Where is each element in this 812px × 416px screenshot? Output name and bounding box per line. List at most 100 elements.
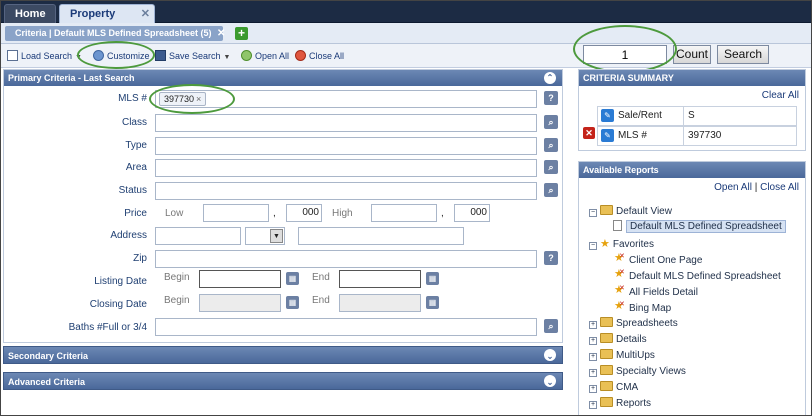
- tree-node-folder[interactable]: + MultiUps: [589, 349, 655, 361]
- lookup-icon[interactable]: ⌕: [544, 319, 558, 333]
- lookup-icon[interactable]: ⌕: [544, 115, 558, 129]
- zip-input[interactable]: [155, 250, 537, 268]
- favorite-remove-icon[interactable]: [614, 251, 627, 264]
- count-button[interactable]: Count: [673, 45, 711, 64]
- tree-node-folder[interactable]: + CMA: [589, 381, 638, 393]
- criteria-tab[interactable]: Criteria | Default MLS Defined Spreadshe…: [5, 26, 225, 41]
- save-icon: [155, 50, 166, 61]
- load-search-icon: [7, 50, 18, 61]
- tree-item-favorite[interactable]: All Fields Detail: [614, 283, 698, 298]
- mls-chip[interactable]: 397730 ×: [159, 92, 207, 106]
- listing-end-input[interactable]: [339, 270, 421, 288]
- tree-node-folder[interactable]: + Spreadsheets: [589, 317, 678, 329]
- address-street-input[interactable]: [298, 227, 464, 245]
- open-all-link[interactable]: Open All: [714, 182, 752, 193]
- tree-item-favorite[interactable]: Default MLS Defined Spreadsheet: [614, 267, 781, 282]
- tree-node-default-view[interactable]: − Default View: [589, 205, 672, 217]
- lookup-icon[interactable]: ⌕: [544, 160, 558, 174]
- load-search-button[interactable]: Load Search ▼: [7, 49, 82, 63]
- separator: |: [754, 182, 758, 193]
- class-input[interactable]: [155, 114, 537, 132]
- secondary-criteria-header[interactable]: Secondary Criteria ⌃: [3, 346, 563, 364]
- close-all-button[interactable]: Close All: [295, 49, 344, 63]
- add-criteria-tab-icon[interactable]: +: [235, 27, 248, 40]
- chevron-down-icon: ▼: [223, 54, 231, 61]
- lookup-icon[interactable]: ⌕: [544, 138, 558, 152]
- listing-begin-input[interactable]: [199, 270, 281, 288]
- expand-icon[interactable]: +: [589, 353, 597, 361]
- tree-node-folder[interactable]: + Reports: [589, 397, 651, 409]
- expand-icon[interactable]: +: [589, 369, 597, 377]
- closing-end-input[interactable]: [339, 294, 421, 312]
- address-direction-select[interactable]: ▼: [245, 227, 285, 245]
- close-icon[interactable]: ✕: [141, 5, 150, 24]
- calendar-icon[interactable]: ▦: [286, 272, 299, 285]
- collapse-icon[interactable]: −: [589, 242, 597, 250]
- tree-node-folder[interactable]: + Details: [589, 333, 647, 345]
- status-input[interactable]: [155, 182, 537, 200]
- area-input[interactable]: [155, 159, 537, 177]
- tree-item-favorite[interactable]: Bing Map: [614, 299, 671, 314]
- remove-criteria-icon[interactable]: ✕: [583, 127, 595, 139]
- summary-value: 397730: [688, 130, 722, 141]
- favorite-remove-icon[interactable]: [614, 267, 627, 280]
- closing-begin-input[interactable]: [199, 294, 281, 312]
- expand-icon[interactable]: +: [589, 401, 597, 409]
- tab-home[interactable]: Home: [4, 4, 56, 23]
- tree-node-folder[interactable]: + Specialty Views: [589, 365, 686, 377]
- zip-label: Zip: [133, 253, 147, 264]
- address-label: Address: [110, 230, 147, 241]
- price-low-thousands[interactable]: 000: [286, 204, 322, 222]
- folder-icon: [600, 349, 613, 359]
- summary-field: Sale/Rent: [598, 107, 684, 125]
- price-high-input[interactable]: [371, 204, 437, 222]
- help-icon[interactable]: ?: [544, 91, 558, 105]
- expand-icon[interactable]: ⌃: [544, 349, 556, 361]
- expand-icon[interactable]: +: [589, 337, 597, 345]
- price-high-label: High: [332, 208, 353, 219]
- mls-input[interactable]: [155, 90, 537, 108]
- save-search-button[interactable]: Save Search ▼: [155, 49, 230, 63]
- comma: ,: [441, 208, 444, 219]
- count-input[interactable]: [583, 45, 667, 64]
- customize-button[interactable]: Customize: [93, 49, 150, 63]
- chevron-down-icon: ▼: [270, 229, 283, 243]
- open-all-button[interactable]: Open All: [241, 49, 289, 63]
- price-high-thousands[interactable]: 000: [454, 204, 490, 222]
- price-label: Price: [124, 208, 147, 219]
- clear-all-link[interactable]: Clear All: [762, 90, 799, 101]
- baths-input[interactable]: [155, 318, 537, 336]
- load-search-label: Load Search: [21, 51, 73, 61]
- type-label: Type: [125, 140, 147, 151]
- calendar-icon[interactable]: ▦: [426, 296, 439, 309]
- expand-icon[interactable]: +: [589, 321, 597, 329]
- calendar-icon[interactable]: ▦: [426, 272, 439, 285]
- close-all-link[interactable]: Close All: [760, 182, 799, 193]
- remove-chip-icon[interactable]: ×: [196, 94, 201, 104]
- primary-criteria-header[interactable]: Primary Criteria - Last Search ⌃: [4, 70, 562, 86]
- folder-icon: [600, 365, 613, 375]
- help-icon[interactable]: ?: [544, 251, 558, 265]
- favorite-remove-icon[interactable]: [614, 299, 627, 312]
- tree-label: CMA: [616, 382, 639, 393]
- tab-property-history[interactable]: Property History ✕: [59, 4, 155, 39]
- close-icon[interactable]: ✕: [217, 26, 225, 41]
- search-button[interactable]: Search: [717, 45, 769, 64]
- expand-icon[interactable]: ⌃: [544, 375, 556, 387]
- advanced-criteria-header[interactable]: Advanced Criteria ⌃: [3, 372, 563, 390]
- collapse-icon[interactable]: ⌃: [544, 72, 556, 84]
- expand-icon[interactable]: +: [589, 385, 597, 393]
- tree-node-favorites[interactable]: − ★ Favorites: [589, 237, 654, 250]
- tree-item-default-spreadsheet[interactable]: Default MLS Defined Spreadsheet: [613, 220, 786, 233]
- available-reports-title: Available Reports: [583, 165, 659, 175]
- criteria-tab-label: Criteria | Default MLS Defined Spreadshe…: [15, 28, 212, 38]
- tree-item-favorite[interactable]: Client One Page: [614, 251, 702, 266]
- address-number-input[interactable]: [155, 227, 241, 245]
- type-input[interactable]: [155, 137, 537, 155]
- collapse-icon[interactable]: −: [589, 209, 597, 217]
- calendar-icon[interactable]: ▦: [286, 296, 299, 309]
- summary-field: MLS #: [598, 127, 684, 145]
- price-low-input[interactable]: [203, 204, 269, 222]
- lookup-icon[interactable]: ⌕: [544, 183, 558, 197]
- favorite-remove-icon[interactable]: [614, 283, 627, 296]
